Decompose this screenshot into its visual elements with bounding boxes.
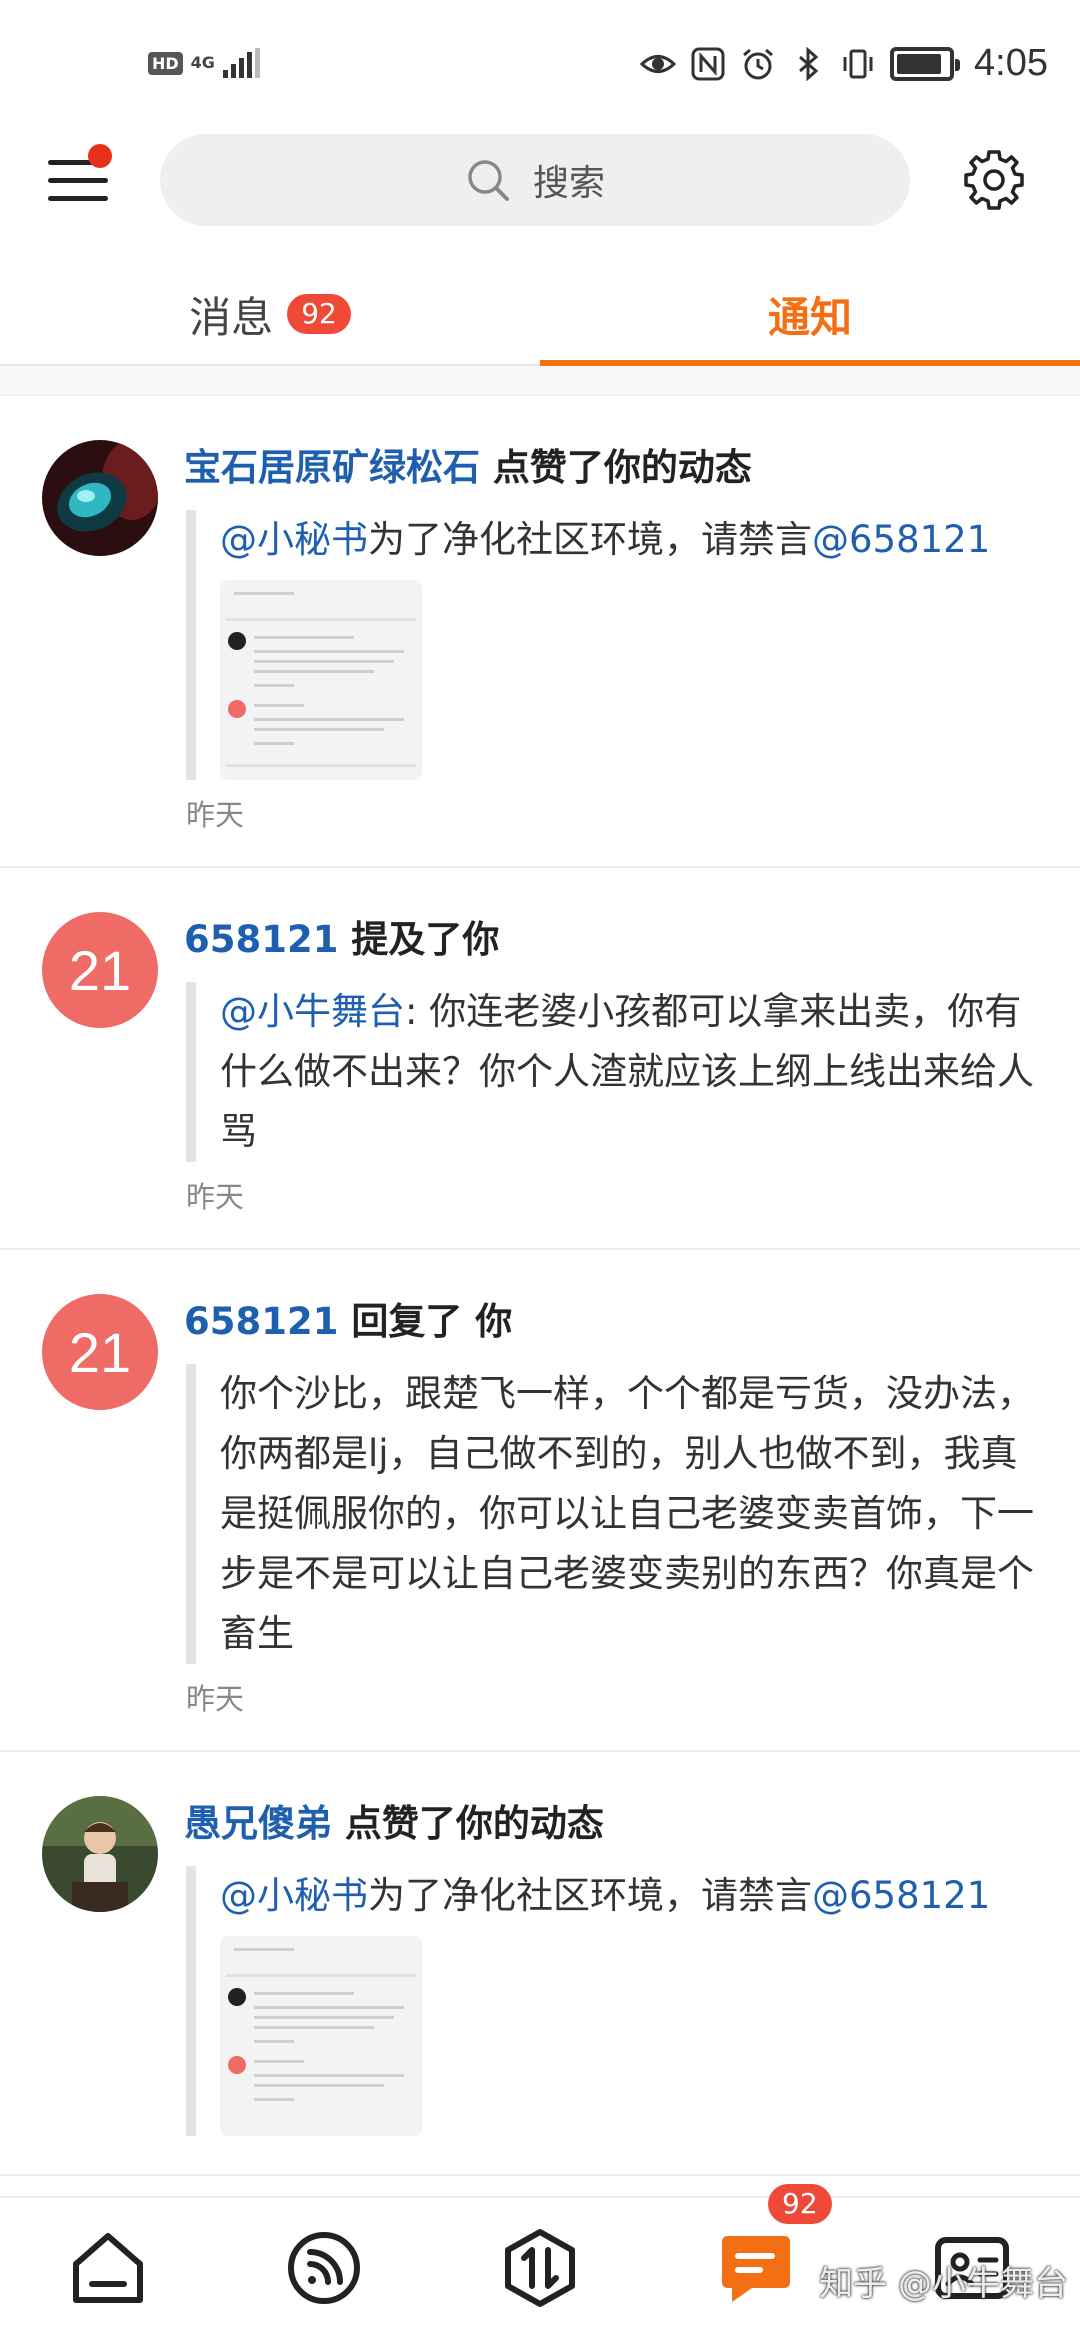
bluetooth-icon	[799, 46, 819, 81]
exchange-icon[interactable]	[500, 2228, 580, 2308]
notification-dot	[88, 144, 112, 168]
quoted-text: @小秘书为了净化社区环境，请禁言@658121	[220, 510, 1044, 570]
search-bar[interactable]: 搜索	[160, 134, 910, 226]
message-icon[interactable]	[716, 2228, 796, 2308]
user-name-link[interactable]: 658121	[184, 1300, 338, 1343]
quoted-post[interactable]: 你个沙比，跟楚飞一样，个个都是亏货，没办法，你两都是lj，自己做不到的，别人也做…	[186, 1364, 1044, 1664]
status-bar: HD 4G 4:05	[0, 0, 1080, 130]
mention-link[interactable]: @小秘书	[220, 1874, 368, 1917]
hd-indicator: HD	[148, 51, 183, 75]
reply-text: 你个沙比，跟楚飞一样，个个都是亏货，没办法，你两都是lj，自己做不到的，别人也做…	[220, 1372, 1034, 1655]
notification-headline: 658121 提及了你	[184, 868, 1080, 968]
network-type: 4G	[190, 53, 215, 72]
tab-bar: 消息 92 通知	[0, 262, 1080, 366]
feed-icon[interactable]	[284, 2228, 364, 2308]
mention-link[interactable]: @小秘书	[220, 518, 368, 561]
quoted-post[interactable]: @小秘书为了净化社区环境，请禁言@658121	[186, 1866, 1044, 2136]
notification-headline: 愚兄傻弟 点赞了你的动态	[184, 1752, 1080, 1852]
status-time: 4:05	[974, 42, 1048, 84]
list-top-divider	[0, 366, 1080, 396]
quoted-text: @小秘书为了净化社区环境，请禁言@658121	[220, 1866, 1044, 1926]
menu-button[interactable]	[44, 144, 112, 212]
avatar[interactable]	[42, 440, 158, 556]
notification-item[interactable]: 21 658121 回复了 你 你个沙比，跟楚飞一样，个个都是亏货，没办法，你两…	[0, 1250, 1080, 1752]
tab-messages[interactable]: 消息 92	[0, 262, 540, 366]
notification-time: 昨天	[186, 798, 245, 832]
notification-action: 回复了 你	[351, 1300, 513, 1343]
notification-action: 提及了你	[351, 918, 500, 961]
quoted-post[interactable]: @小牛舞台: 你连老婆小孩都可以拿来出卖，你有什么做不出来？你个人渣就应该上纲上…	[186, 982, 1044, 1162]
nfc-icon	[691, 47, 725, 80]
notification-time: 昨天	[186, 1180, 245, 1214]
notification-headline: 宝石居原矿绿松石 点赞了你的动态	[184, 396, 1080, 496]
eye-icon	[640, 54, 677, 73]
search-icon	[468, 160, 509, 201]
user-name-link[interactable]: 宝石居原矿绿松石	[184, 446, 480, 489]
notification-headline: 658121 回复了 你	[184, 1250, 1080, 1350]
avatar[interactable]	[42, 1796, 158, 1912]
status-left: HD 4G	[148, 48, 260, 78]
mention-link[interactable]: @658121	[812, 1874, 990, 1917]
home-icon[interactable]	[68, 2228, 148, 2308]
mention-link[interactable]: @658121	[812, 518, 990, 561]
tab-notifications[interactable]: 通知	[540, 262, 1080, 366]
post-thumbnail[interactable]	[220, 1936, 422, 2136]
user-name-link[interactable]: 愚兄傻弟	[184, 1802, 332, 1845]
notification-item[interactable]: 愚兄傻弟 点赞了你的动态 @小秘书为了净化社区环境，请禁言@658121	[0, 1752, 1080, 2176]
turquoise-stone-photo	[42, 440, 158, 556]
bottom-nav: 92 知乎 @小牛舞台	[0, 2184, 1080, 2340]
notification-list: 宝石居原矿绿松石 点赞了你的动态 @小秘书为了净化社区环境，请禁言@658121	[0, 366, 1080, 2196]
avatar[interactable]: 21	[42, 1294, 158, 1410]
avatar[interactable]: 21	[42, 912, 158, 1028]
status-right: 4:05	[640, 42, 1048, 85]
notification-time: 昨天	[186, 1682, 245, 1716]
tab-notifications-label: 通知	[767, 292, 852, 342]
user-name-link[interactable]: 658121	[184, 918, 338, 961]
quoted-text: @小牛舞台: 你连老婆小孩都可以拿来出卖，你有什么做不出来？你个人渣就应该上纲上…	[220, 982, 1044, 1162]
signal-icon	[222, 48, 260, 78]
tab-messages-label: 消息	[189, 292, 274, 342]
screen: HD 4G 4:05 搜索 消息 92 通知 宝石居原矿绿松石 点赞了你的动态 …	[0, 0, 1080, 2340]
search-placeholder: 搜索	[532, 163, 605, 204]
messages-count-badge: 92	[287, 294, 351, 334]
notification-item[interactable]: 宝石居原矿绿松石 点赞了你的动态 @小秘书为了净化社区环境，请禁言@658121	[0, 396, 1080, 868]
mention-link[interactable]: @小牛舞台	[220, 990, 405, 1033]
child-photo	[42, 1796, 158, 1912]
vibrate-icon	[843, 49, 873, 78]
message-count-badge: 92	[768, 2184, 832, 2224]
quoted-body: 为了净化社区环境，请禁言	[368, 518, 812, 561]
alarm-icon	[743, 48, 773, 79]
quoted-body: 为了净化社区环境，请禁言	[368, 1874, 812, 1917]
battery-icon	[890, 46, 961, 81]
notification-action: 点赞了你的动态	[344, 1802, 604, 1845]
notification-item[interactable]: 21 658121 提及了你 @小牛舞台: 你连老婆小孩都可以拿来出卖，你有什么…	[0, 868, 1080, 1250]
notification-action: 点赞了你的动态	[492, 446, 752, 489]
watermark-text: 知乎 @小牛舞台	[819, 2264, 1068, 2304]
post-thumbnail[interactable]	[220, 580, 422, 780]
quoted-post[interactable]: @小秘书为了净化社区环境，请禁言@658121	[186, 510, 1044, 780]
settings-gear-icon[interactable]	[962, 148, 1026, 212]
